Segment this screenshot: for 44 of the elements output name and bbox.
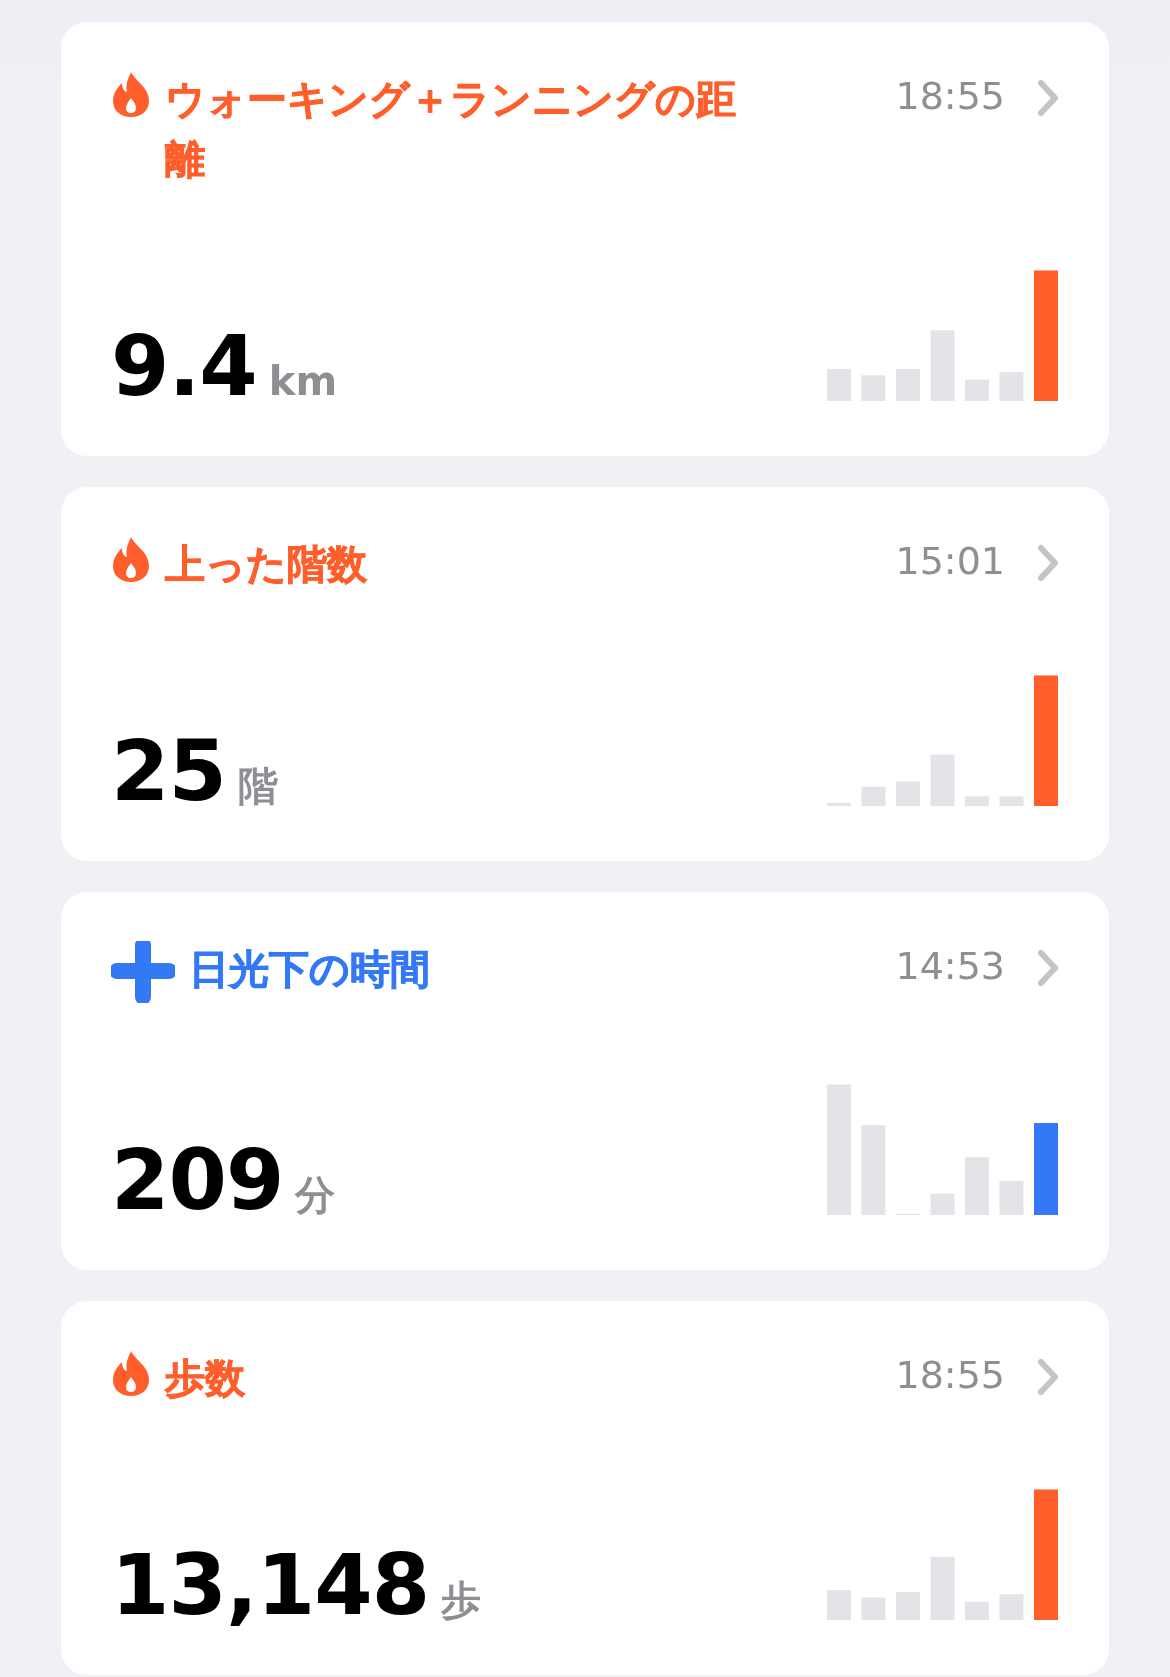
chart-bar [861, 1597, 886, 1620]
value-text: 9.4 [111, 317, 257, 415]
unit-text: 分 [295, 1171, 336, 1220]
time-text: 15:01 [895, 538, 1005, 585]
card-background[interactable]: 上った階数 15:01 25 階 [61, 487, 1109, 861]
time-text: 14:53 [895, 943, 1005, 990]
chevron-icon[interactable] [1037, 1358, 1059, 1396]
card-title: ウォーキング＋ランニングの距離 [165, 75, 737, 184]
chart-bar [827, 1590, 851, 1620]
card-title: 歩数 [165, 1354, 245, 1403]
time-text: 18:55 [895, 73, 1005, 120]
chevron-icon[interactable] [1037, 79, 1059, 117]
chart-bar [965, 1601, 989, 1620]
chart-bar [999, 1594, 1024, 1620]
chart-bar [965, 796, 989, 806]
value-text: 209 [111, 1131, 284, 1229]
card-background[interactable]: 日光下の時間 14:53 209 分 [61, 892, 1109, 1270]
chart-bar [896, 781, 920, 806]
chart-bar [896, 368, 920, 401]
card-title: 上った階数 [165, 540, 367, 589]
card-title: 日光下の時間 [189, 945, 430, 994]
chevron-icon[interactable] [1037, 949, 1059, 987]
unit-text: 階 [237, 762, 278, 811]
value-text: 25 [111, 722, 226, 820]
chart-bar [930, 1556, 955, 1620]
chart-bar [896, 1592, 920, 1620]
chart-bar [827, 368, 851, 401]
chart-bar [965, 379, 989, 401]
time-text: 18:55 [895, 1352, 1005, 1399]
unit-text: km [268, 358, 338, 404]
chart-bar [999, 372, 1024, 401]
card-background[interactable]: ウォーキング＋ランニングの距離 18:55 9.4 km [61, 22, 1109, 456]
unit-text: 歩 [441, 1576, 482, 1625]
value-text: 13,148 [111, 1536, 430, 1634]
chart-bar [930, 754, 955, 806]
chart-bar [999, 796, 1024, 806]
chart-bar [965, 1157, 989, 1215]
chevron-icon[interactable] [1037, 544, 1059, 582]
chart-bar [930, 330, 955, 401]
card-background[interactable]: 歩数 18:55 13,148 歩 [61, 1301, 1109, 1675]
chart-bar [930, 1193, 955, 1215]
chart-bar [861, 786, 886, 806]
chart-bar [861, 375, 886, 401]
chart-bar [999, 1180, 1024, 1215]
